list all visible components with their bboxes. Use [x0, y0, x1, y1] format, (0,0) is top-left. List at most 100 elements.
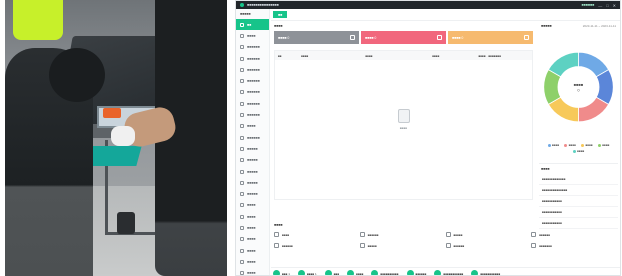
status-item[interactable]: ■■■■■■■■■■	[371, 270, 399, 275]
sidebar-item[interactable]: ■■■■■	[236, 188, 269, 199]
document-icon	[274, 232, 279, 237]
sidebar-item[interactable]: ■■■■	[236, 30, 269, 41]
status-item[interactable]: ■■■ 1	[273, 270, 290, 275]
legend-item[interactable]: ■■■■	[547, 143, 559, 147]
status-icon	[324, 270, 332, 275]
quick-action-label: ■■■■■■	[453, 243, 465, 248]
sidebar-item-label: ■■■■■■	[247, 67, 260, 72]
app-logo-icon	[240, 3, 244, 7]
sidebar-item-label: ■■	[247, 22, 252, 27]
sidebar-item-label: ■■■■■■	[247, 56, 260, 61]
stat-card-1[interactable]: ■■■■ 0	[274, 31, 359, 44]
document-icon	[437, 35, 442, 40]
list-item[interactable]: ■■■■■■■■■■■	[539, 218, 618, 229]
sidebar-item[interactable]: ■■■■■■	[236, 75, 269, 86]
sidebar-item[interactable]: ■■■■■	[236, 177, 269, 188]
document-icon	[524, 35, 529, 40]
folder-icon	[240, 101, 244, 106]
sidebar-item[interactable]: ■■	[236, 19, 269, 31]
list-item[interactable]: ■■■■■■■■■■■■■	[539, 174, 618, 185]
status-icon	[406, 270, 414, 275]
sidebar-item[interactable]: ■■■■■	[236, 143, 269, 154]
legend-item[interactable]: ■■■■	[597, 143, 610, 147]
chart-legend: ■■■■ ■■■■ ■■■■ ■■■■ ■■■■	[539, 143, 618, 153]
quick-action[interactable]: ■■■■■■	[445, 243, 532, 248]
list-item[interactable]: ■■■■■■■■■■■■■■	[539, 185, 618, 196]
sidebar-item[interactable]: ■■■■	[236, 121, 269, 132]
quick-action-label: ■■■■■■	[367, 232, 379, 237]
section-title: ■■■■	[274, 24, 283, 28]
sidebar-item[interactable]: ■■■■	[236, 245, 269, 256]
sidebar-item-label: ■■■■	[247, 203, 256, 208]
list-item[interactable]: ■■■■■■■■■■■	[539, 207, 618, 218]
stat-card-label: ■■■■ 0	[452, 35, 464, 40]
status-icon	[434, 270, 442, 275]
document-icon	[445, 243, 451, 248]
status-label: ■■■	[333, 271, 340, 276]
status-label: ■■■■■■■■■■■	[480, 271, 501, 276]
sidebar-item-label: ■■■■■	[247, 158, 258, 163]
sidebar-item-label: ■■■■■■	[247, 79, 260, 84]
sidebar-item[interactable]: ■■■■	[236, 234, 269, 245]
sidebar-item[interactable]: ■■■■■■	[236, 109, 269, 120]
status-item[interactable]: ■■■■	[347, 270, 363, 275]
status-item[interactable]: ■■■■■■	[406, 270, 426, 275]
sidebar-item-label: ■■■■■	[247, 169, 258, 174]
status-item[interactable]: ■■■■ 1	[297, 270, 317, 276]
legend-item[interactable]: ■■■■	[564, 143, 576, 147]
sidebar-item[interactable]: ■■■■■■	[236, 87, 269, 98]
folder-icon	[240, 45, 244, 50]
sidebar-item[interactable]: ■■■■■	[236, 166, 269, 177]
stat-card-3[interactable]: ■■■■ 0	[448, 31, 533, 44]
folder-icon	[240, 158, 244, 163]
quick-action[interactable]: ■■■■■	[359, 243, 446, 248]
factory-photo	[5, 0, 227, 276]
sidebar-item[interactable]: ■■■■■■	[236, 53, 269, 64]
sidebar-item-label: ■■■■■■	[247, 135, 260, 140]
minimize-button[interactable]: —	[598, 3, 602, 8]
legend-item[interactable]: ■■■■	[581, 143, 593, 147]
tab-strip: ■■	[271, 9, 620, 21]
folder-icon	[240, 135, 244, 140]
sidebar-item[interactable]: ■■■■	[236, 200, 269, 211]
status-item[interactable]: ■■■■■■■■■■■	[471, 270, 501, 276]
maximize-button[interactable]: □	[606, 3, 608, 8]
user-name[interactable]: ■■■■■■	[582, 3, 595, 7]
tab-home[interactable]: ■■	[273, 11, 288, 18]
sidebar-item[interactable]: ■■■■■	[236, 155, 269, 166]
sidebar-item[interactable]: ■■■■	[236, 256, 269, 267]
quick-action[interactable]: ■■■■■■	[274, 243, 360, 248]
quick-action-label: ■■■■	[282, 232, 290, 237]
document-icon	[359, 243, 365, 248]
quick-action[interactable]: ■■■■■■	[359, 232, 446, 237]
quick-action[interactable]: ■■■■	[274, 232, 360, 237]
status-item[interactable]: ■■■	[324, 270, 340, 276]
stat-card-2[interactable]: ■■■■ 0	[361, 31, 446, 44]
list-item[interactable]: ■■■■■■■■■■■	[539, 196, 618, 207]
empty-text: ■■■■	[399, 126, 408, 130]
sidebar-item[interactable]: ■■■■■■	[236, 98, 269, 109]
folder-icon	[240, 248, 244, 253]
sidebar-item[interactable]: ■■■■■■	[236, 64, 269, 75]
status-icon	[297, 270, 305, 275]
legend-item[interactable]: ■■■■	[572, 149, 584, 153]
empty-state: ■■■■	[397, 109, 410, 130]
sidebar-item[interactable]: ■■■■	[236, 222, 269, 233]
stat-cards: ■■■■ 0 ■■■■ 0 ■■■■ 0	[271, 31, 536, 44]
sidebar-item[interactable]: ■■■■■■	[236, 132, 269, 143]
column-header: ■■■■	[365, 53, 373, 58]
sidebar-item[interactable]: ■■■■■■	[236, 42, 269, 53]
legend-swatch	[547, 143, 551, 147]
close-button[interactable]: ✕	[613, 3, 616, 8]
status-label: ■■■■ 1	[306, 271, 317, 276]
folder-icon	[240, 237, 244, 242]
list-title: ■■■■	[541, 167, 550, 171]
sidebar-item[interactable]: ■■■■	[236, 211, 269, 222]
quick-action[interactable]: ■■■■■	[445, 232, 532, 237]
sidebar-item-label: ■■■■	[247, 33, 256, 38]
sidebar-item[interactable]: ■■■■	[236, 268, 269, 275]
sidebar-item-label: ■■■■	[247, 237, 256, 242]
status-item[interactable]: ■■■■■■■■■■■	[434, 270, 463, 275]
date-range[interactable]: 2023-11-11 ~ 2023-11-11	[583, 24, 616, 28]
folder-icon	[240, 169, 244, 174]
